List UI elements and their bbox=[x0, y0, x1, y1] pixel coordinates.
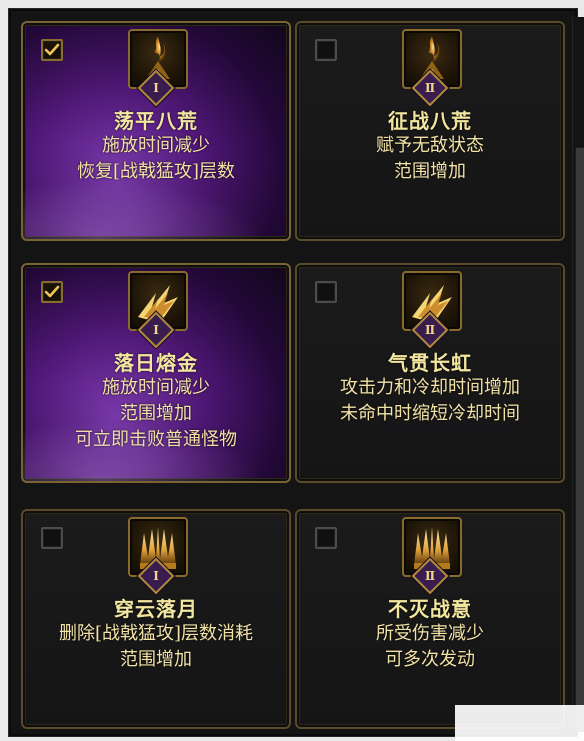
skill-card-6[interactable]: Ⅱ 不灭战意 所受伤害减少 可多次发动 bbox=[295, 509, 565, 729]
skill-card-4[interactable]: Ⅱ 气贯长虹 攻击力和冷却时间增加 未命中时缩短冷却时间 bbox=[295, 263, 565, 483]
tier-numeral: Ⅱ bbox=[424, 569, 436, 583]
skill-card-desc-line: 恢复[战戟猛攻]层数 bbox=[76, 161, 236, 182]
skill-card-6-checkbox[interactable] bbox=[315, 527, 337, 549]
skill-card-2[interactable]: Ⅱ 征战八荒 赋予无敌状态 范围增加 bbox=[295, 21, 565, 241]
skill-card-desc-line: 未命中时缩短冷却时间 bbox=[340, 403, 520, 424]
skill-card-desc: 施放时间减少 恢复[战戟猛攻]层数 bbox=[23, 133, 289, 185]
skill-card-3-checkbox[interactable] bbox=[41, 281, 63, 303]
skill-card-title: 不灭战意 bbox=[388, 597, 472, 621]
skill-card-title: 气贯长虹 bbox=[388, 351, 472, 375]
skill-card-6-icon-wrap: Ⅱ bbox=[402, 517, 462, 595]
skill-card-2-icon-wrap: Ⅱ bbox=[402, 29, 462, 107]
skill-card-desc-line: 范围增加 bbox=[120, 403, 192, 424]
skill-card-1[interactable]: Ⅰ 荡平八荒 施放时间减少 恢复[战戟猛攻]层数 bbox=[21, 21, 291, 241]
tier-numeral: Ⅱ bbox=[424, 81, 436, 95]
skill-card-title: 征战八荒 bbox=[388, 109, 472, 133]
skill-card-desc-line: 所受伤害减少 bbox=[376, 623, 484, 644]
tier-numeral: Ⅰ bbox=[153, 81, 159, 95]
skill-card-desc: 删除[战戟猛攻]层数消耗 范围增加 bbox=[23, 621, 289, 673]
skill-card-2-checkbox[interactable] bbox=[315, 39, 337, 61]
skill-card-desc-line: 施放时间减少 bbox=[102, 377, 210, 398]
skill-grid: Ⅰ 荡平八荒 施放时间减少 恢复[战戟猛攻]层数 Ⅱ 征战八荒 赋予无敌状态 范… bbox=[17, 17, 565, 730]
skill-card-desc-line: 范围增加 bbox=[120, 649, 192, 670]
skill-card-1-icon-wrap: Ⅰ bbox=[128, 29, 188, 107]
skill-card-desc-line: 攻击力和冷却时间增加 bbox=[340, 377, 520, 398]
skill-card-desc-line: 赋予无敌状态 bbox=[376, 135, 484, 156]
skill-card-desc-line: 可多次发动 bbox=[385, 649, 475, 670]
skill-card-3[interactable]: Ⅰ 落日熔金 施放时间减少 范围增加 可立即击败普通怪物 bbox=[21, 263, 291, 483]
checkmark-icon bbox=[44, 285, 60, 298]
skill-card-desc-line: 施放时间减少 bbox=[102, 135, 210, 156]
skill-card-title: 穿云落月 bbox=[114, 597, 198, 621]
skill-card-title: 荡平八荒 bbox=[114, 109, 198, 133]
skill-card-4-checkbox[interactable] bbox=[315, 281, 337, 303]
skill-card-title: 落日熔金 bbox=[114, 351, 198, 375]
skill-card-desc: 施放时间减少 范围增加 可立即击败普通怪物 bbox=[23, 375, 289, 453]
skill-card-5-icon-wrap: Ⅰ bbox=[128, 517, 188, 595]
tier-numeral: Ⅱ bbox=[424, 323, 436, 337]
skill-card-desc: 攻击力和冷却时间增加 未命中时缩短冷却时间 bbox=[297, 375, 563, 427]
skill-card-desc: 赋予无敌状态 范围增加 bbox=[297, 133, 563, 185]
skill-upgrade-panel: Ⅰ 荡平八荒 施放时间减少 恢复[战戟猛攻]层数 Ⅱ 征战八荒 赋予无敌状态 范… bbox=[8, 8, 584, 737]
skill-card-desc-line: 可立即击败普通怪物 bbox=[75, 429, 237, 450]
skill-card-5[interactable]: Ⅰ 穿云落月 删除[战戟猛攻]层数消耗 范围增加 bbox=[21, 509, 291, 729]
checkmark-icon bbox=[44, 43, 60, 56]
tier-numeral: Ⅰ bbox=[153, 569, 159, 583]
scrollbar-thumb[interactable] bbox=[575, 147, 584, 732]
watermark-overlay bbox=[455, 705, 584, 741]
skill-card-desc: 所受伤害减少 可多次发动 bbox=[297, 621, 563, 673]
skill-card-5-checkbox[interactable] bbox=[41, 527, 63, 549]
skill-card-3-icon-wrap: Ⅰ bbox=[128, 271, 188, 349]
skill-card-1-checkbox[interactable] bbox=[41, 39, 63, 61]
skill-card-desc-line: 范围增加 bbox=[394, 161, 466, 182]
skill-card-4-icon-wrap: Ⅱ bbox=[402, 271, 462, 349]
tier-numeral: Ⅰ bbox=[153, 323, 159, 337]
skill-card-desc-line: 删除[战戟猛攻]层数消耗 bbox=[58, 623, 254, 644]
